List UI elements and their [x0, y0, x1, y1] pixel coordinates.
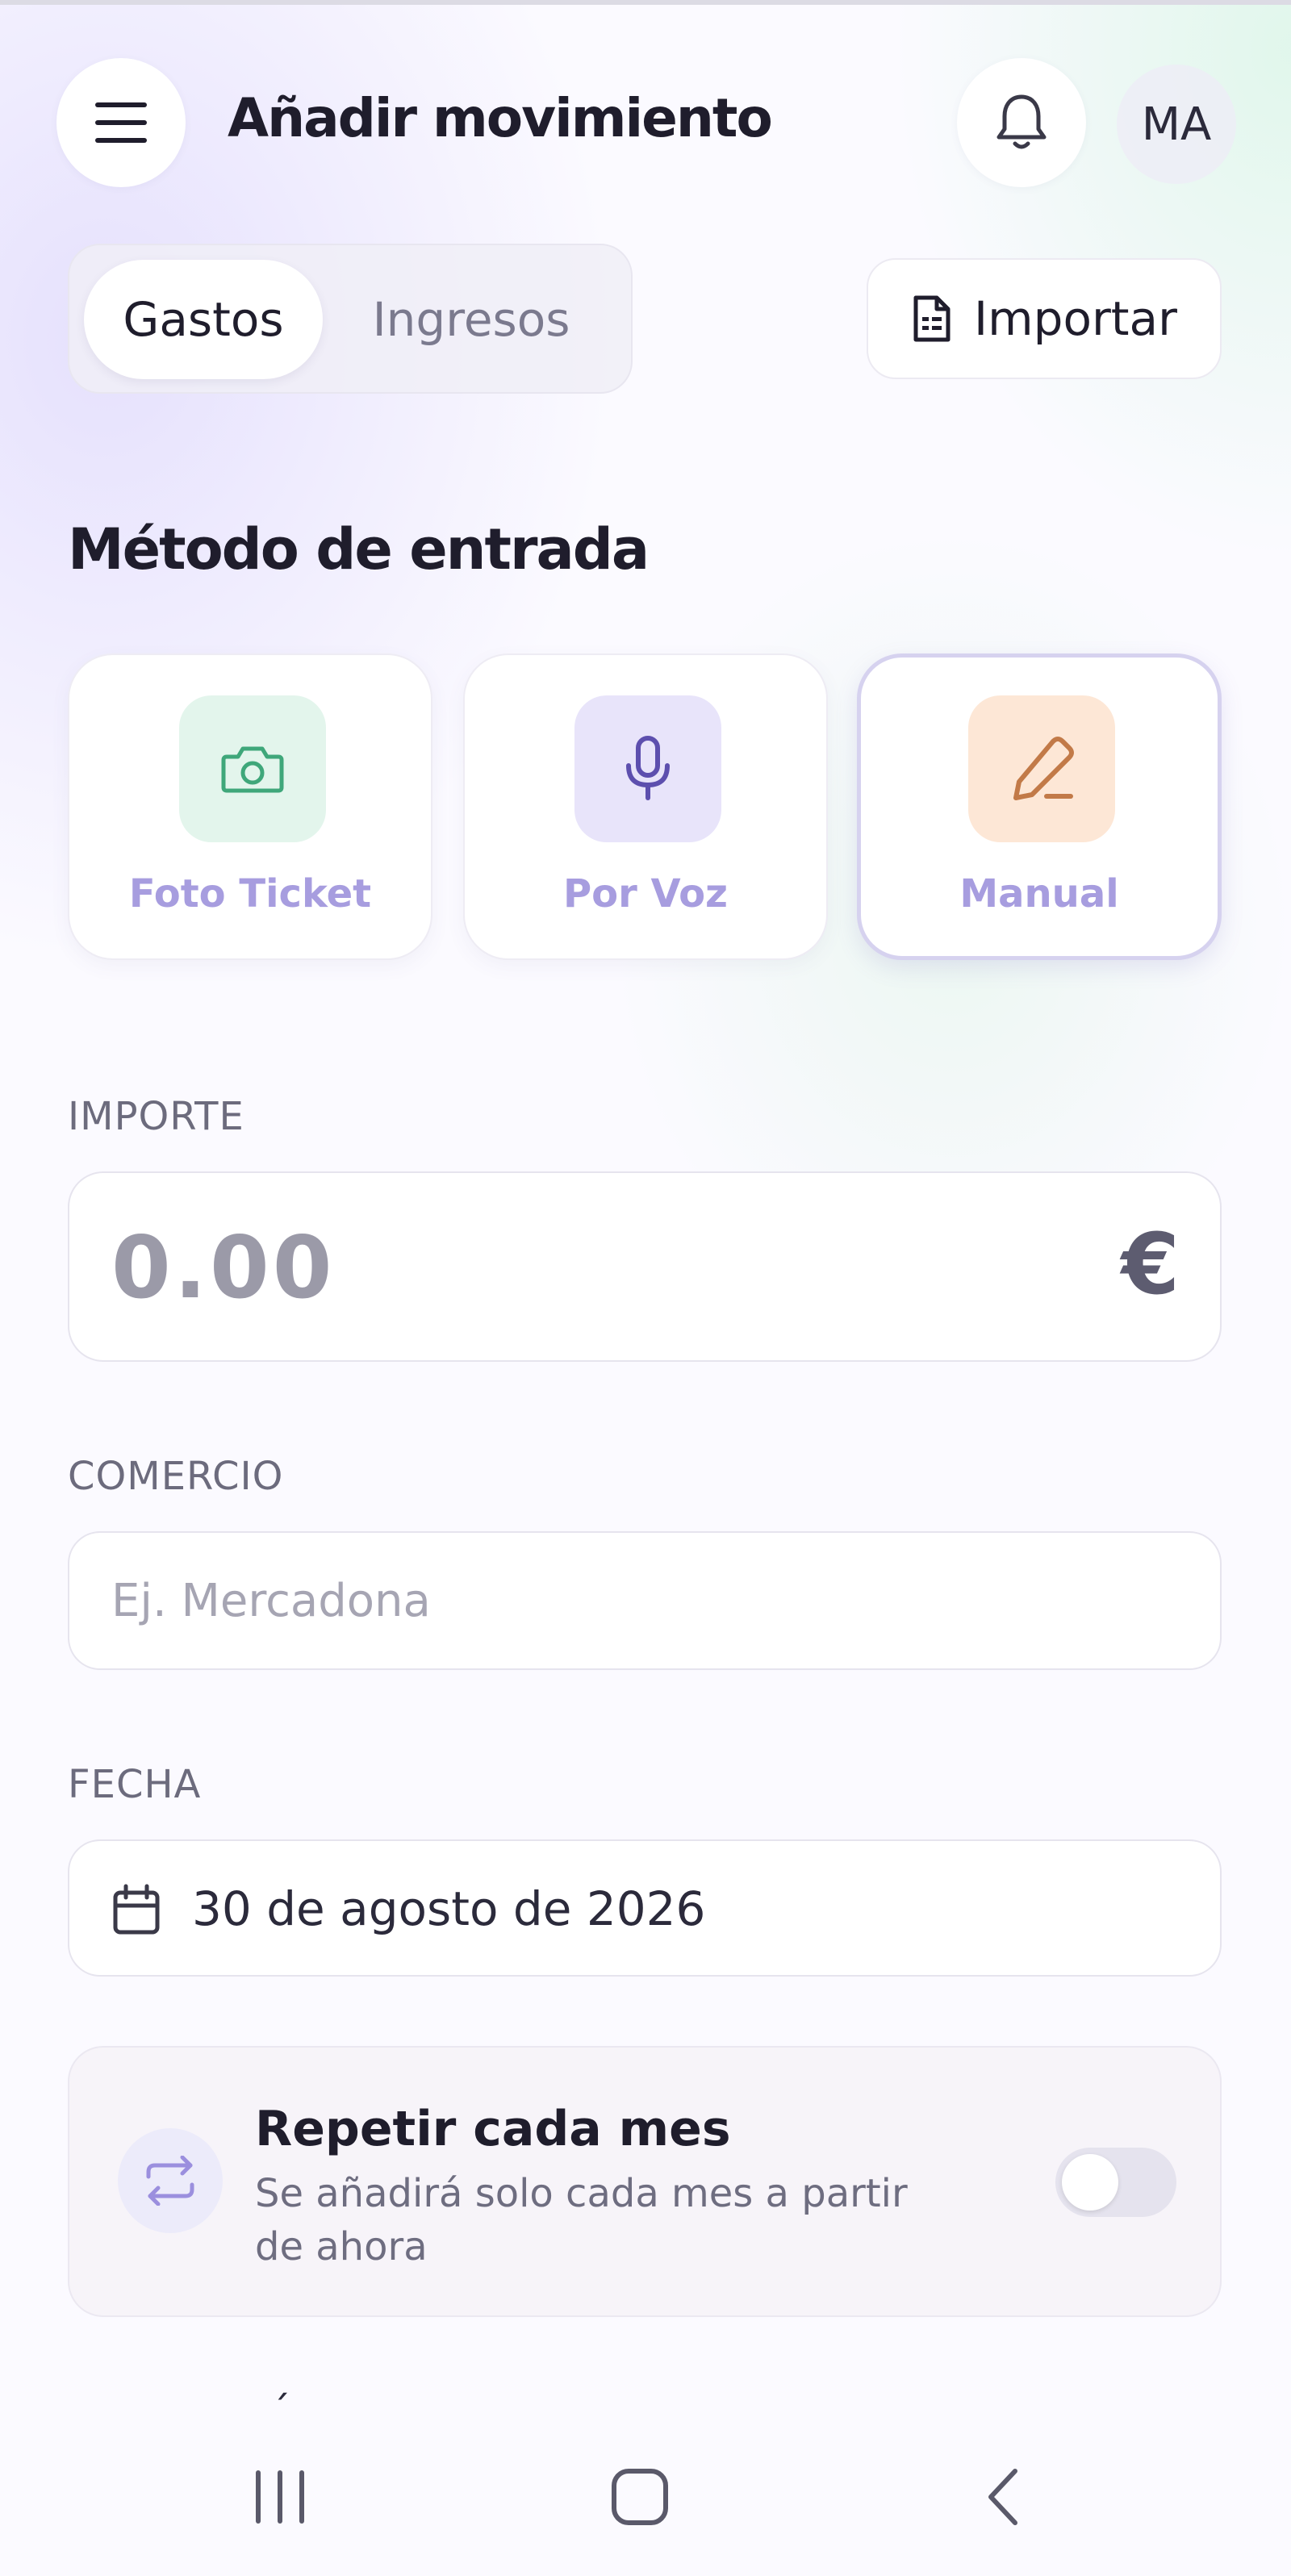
method-card-photo[interactable]: Foto Ticket	[68, 653, 432, 960]
back-button[interactable]	[959, 2453, 1047, 2541]
type-segmented-control: Gastos Ingresos	[68, 244, 633, 394]
merchant-placeholder: Ej. Mercadona	[111, 1575, 431, 1627]
tab-gastos[interactable]: Gastos	[84, 260, 323, 379]
import-button[interactable]: Importar	[867, 258, 1222, 379]
method-icon-bg	[574, 695, 721, 842]
amount-input[interactable]: 0.00 €	[68, 1171, 1222, 1362]
method-card-manual[interactable]: Manual	[857, 653, 1222, 960]
menu-button[interactable]	[56, 58, 186, 187]
avatar[interactable]: MA	[1117, 65, 1236, 184]
recents-button[interactable]	[236, 2453, 324, 2541]
notifications-button[interactable]	[957, 58, 1086, 187]
microphone-icon	[626, 736, 670, 800]
method-label-voice: Por Voz	[563, 871, 728, 916]
menu-icon	[95, 102, 147, 143]
merchant-input[interactable]: Ej. Mercadona	[68, 1531, 1222, 1670]
date-value: 30 de agosto de 2026	[192, 1881, 706, 1936]
method-icon-bg	[968, 695, 1115, 842]
toggle-knob	[1062, 2154, 1118, 2211]
pencil-icon	[1013, 737, 1074, 800]
method-icon-bg	[179, 695, 326, 842]
camera-icon	[221, 746, 284, 793]
merchant-label: COMERCIO	[68, 1454, 284, 1499]
currency-symbol: €	[1121, 1215, 1180, 1313]
amount-placeholder: 0.00	[111, 1218, 336, 1317]
method-label-manual: Manual	[959, 871, 1119, 916]
date-field[interactable]: 30 de agosto de 2026	[68, 1839, 1222, 1977]
amount-label: IMPORTE	[68, 1094, 244, 1139]
section-title-method: Método de entrada	[68, 516, 650, 582]
home-icon	[612, 2469, 668, 2525]
tab-ingresos[interactable]: Ingresos	[350, 260, 592, 379]
page-title: Añadir movimiento	[228, 87, 773, 149]
recents-icon	[256, 2470, 304, 2524]
import-button-label: Importar	[974, 291, 1177, 346]
date-label: FECHA	[68, 1762, 202, 1807]
bell-icon	[996, 94, 1047, 149]
recurring-title: Repetir cada mes	[255, 2101, 731, 2157]
back-icon	[988, 2469, 1017, 2525]
recurring-card: Repetir cada mes Se añadirá solo cada me…	[68, 2046, 1222, 2317]
home-button[interactable]	[595, 2453, 684, 2541]
calendar-icon	[113, 1884, 160, 1935]
top-edge-line	[0, 0, 1291, 5]
repeat-icon-bg	[118, 2128, 223, 2233]
recurring-toggle[interactable]	[1055, 2148, 1176, 2217]
document-icon	[913, 295, 950, 342]
method-card-voice[interactable]: Por Voz	[463, 653, 828, 960]
recurring-subtitle: Se añadirá solo cada mes a partir de aho…	[255, 2171, 908, 2269]
repeat-icon	[146, 2156, 194, 2206]
method-label-photo: Foto Ticket	[128, 871, 372, 916]
